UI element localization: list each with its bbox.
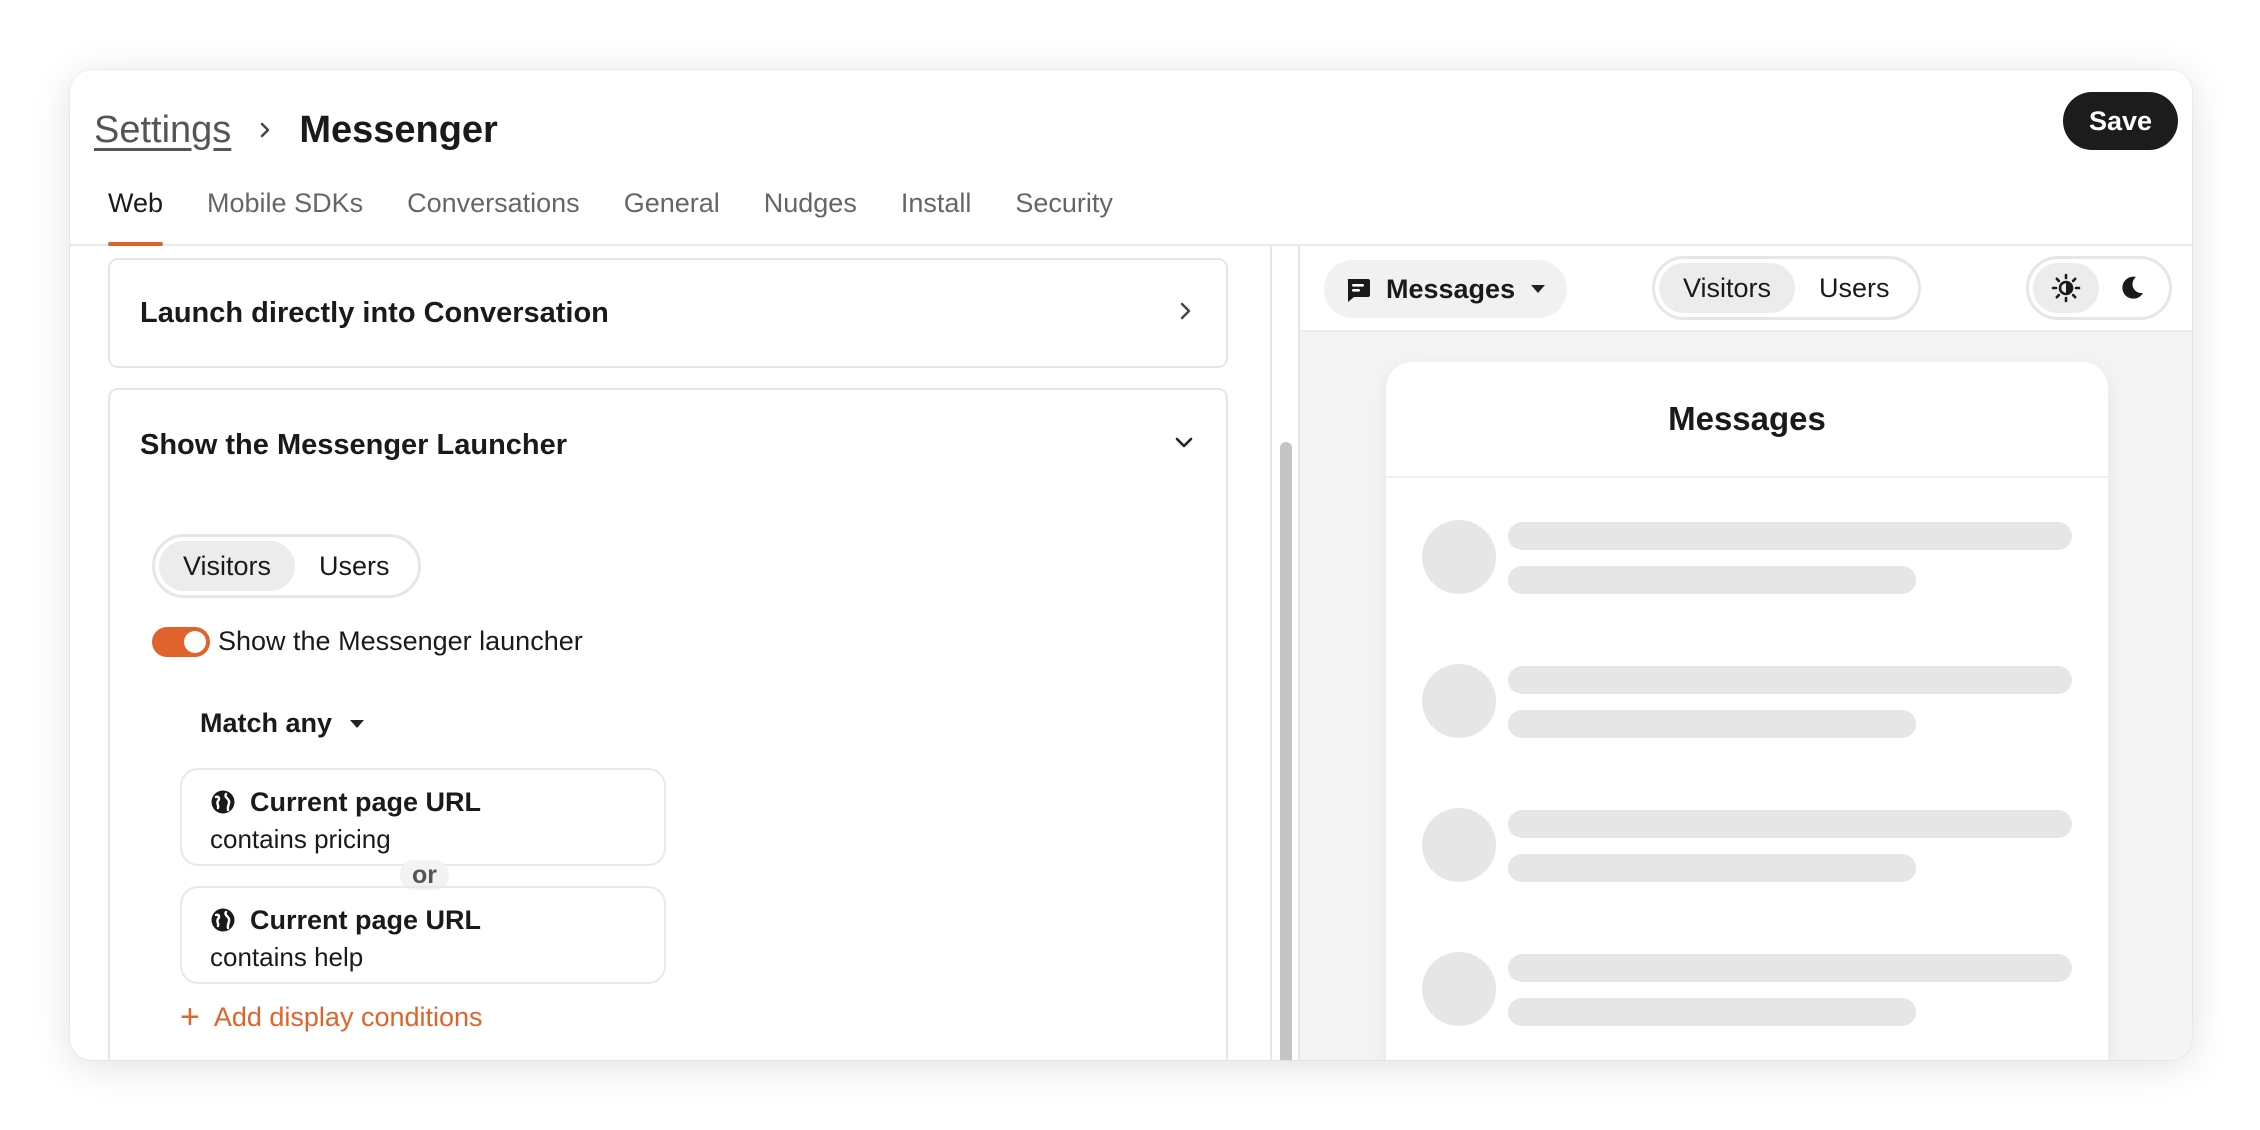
display-condition[interactable]: Current page URL contains help <box>180 886 666 984</box>
globe-icon <box>210 789 236 815</box>
chevron-down-icon <box>1172 431 1196 460</box>
skeleton-line <box>1508 954 2072 982</box>
skeleton-message-row <box>1422 952 2072 1026</box>
section-title: Show the Messenger Launcher <box>140 428 568 461</box>
messenger-launcher-section: Show the Messenger Launcher Visitors Use… <box>108 388 1228 1060</box>
globe-icon <box>210 907 236 933</box>
tab-install[interactable]: Install <box>901 188 972 246</box>
preview-audience-switcher: Visitors Users <box>1652 256 1921 320</box>
chevron-right-icon <box>1174 300 1196 327</box>
panel-scrollbar[interactable] <box>1270 246 1300 1060</box>
skeleton-line <box>1508 522 2072 550</box>
settings-window: Settings Messenger Save Web Mobile SDKs … <box>70 70 2192 1060</box>
skeleton-message-row <box>1422 664 2072 738</box>
launch-conversation-section[interactable]: Launch directly into Conversation <box>108 258 1228 368</box>
skeleton-message-row <box>1422 520 2072 594</box>
scrollbar-thumb[interactable] <box>1280 442 1292 1060</box>
tab-security[interactable]: Security <box>1015 188 1113 246</box>
skeleton-avatar <box>1422 520 1496 594</box>
skeleton-avatar <box>1422 952 1496 1026</box>
display-condition[interactable]: Current page URL contains pricing <box>180 768 666 866</box>
skeleton-line <box>1508 810 2072 838</box>
tab-web[interactable]: Web <box>108 188 164 246</box>
page-header: Settings Messenger Save Web Mobile SDKs … <box>70 70 2192 246</box>
preview-visitors-button[interactable]: Visitors <box>1659 263 1796 313</box>
skeleton-message-row <box>1422 808 2072 882</box>
breadcrumb: Settings Messenger <box>94 100 498 160</box>
condition-attribute: Current page URL <box>250 904 482 935</box>
dark-theme-button[interactable] <box>2099 263 2165 313</box>
match-any-dropdown[interactable]: Match any <box>200 708 366 739</box>
light-theme-button[interactable] <box>2033 263 2099 313</box>
section-header[interactable]: Show the Messenger Launcher <box>140 420 1196 470</box>
skeleton-line <box>1508 854 1916 882</box>
skeleton-line <box>1508 566 1916 594</box>
section-title: Launch directly into Conversation <box>140 296 609 329</box>
tab-general[interactable]: General <box>624 188 720 246</box>
add-display-conditions-button[interactable]: + Add display conditions <box>180 1000 483 1034</box>
preview-toolbar: Messages Visitors Users <box>1300 246 2192 332</box>
chevron-right-icon <box>255 120 275 140</box>
view-label: Messages <box>1386 273 1516 304</box>
skeleton-avatar <box>1422 664 1496 738</box>
match-label: Match any <box>200 708 333 738</box>
moon-icon <box>2118 274 2146 302</box>
settings-panel: Launch directly into Conversation Show t… <box>70 246 1270 1060</box>
tab-bar: Web Mobile SDKs Conversations General Nu… <box>108 188 1157 246</box>
add-label: Add display conditions <box>213 1001 483 1032</box>
caret-down-icon <box>348 718 366 730</box>
messenger-preview: Messages <box>1386 362 2108 1060</box>
skeleton-line <box>1508 666 2072 694</box>
launcher-toggle[interactable] <box>152 626 210 657</box>
page-title: Messenger <box>299 108 498 151</box>
preview-view-dropdown[interactable]: Messages <box>1324 260 1568 318</box>
message-icon <box>1344 275 1372 303</box>
skeleton-line <box>1508 710 1916 738</box>
preview-users-button[interactable]: Users <box>1795 263 1914 313</box>
sun-icon <box>2051 273 2081 303</box>
condition-rule: contains help <box>210 942 364 972</box>
theme-switcher <box>2026 256 2172 320</box>
launcher-toggle-row: Show the Messenger launcher <box>152 626 583 657</box>
toggle-label: Show the Messenger launcher <box>218 626 583 656</box>
tab-mobile-sdks[interactable]: Mobile SDKs <box>207 188 363 246</box>
skeleton-line <box>1508 998 1916 1026</box>
caret-down-icon <box>1529 283 1547 295</box>
tab-nudges[interactable]: Nudges <box>764 188 857 246</box>
audience-users-button[interactable]: Users <box>295 541 414 591</box>
condition-rule: contains pricing <box>210 824 391 854</box>
plus-icon: + <box>180 998 200 1036</box>
breadcrumb-settings-link[interactable]: Settings <box>94 109 231 152</box>
condition-attribute: Current page URL <box>250 786 482 817</box>
skeleton-avatar <box>1422 808 1496 882</box>
save-button[interactable]: Save <box>2062 92 2178 150</box>
preview-panel: Messages Visitors Users Messages <box>1300 246 2192 1060</box>
audience-visitors-button[interactable]: Visitors <box>159 541 296 591</box>
tab-conversations[interactable]: Conversations <box>407 188 580 246</box>
preview-screen-title: Messages <box>1386 362 2108 478</box>
audience-switcher: Visitors Users <box>152 534 421 598</box>
